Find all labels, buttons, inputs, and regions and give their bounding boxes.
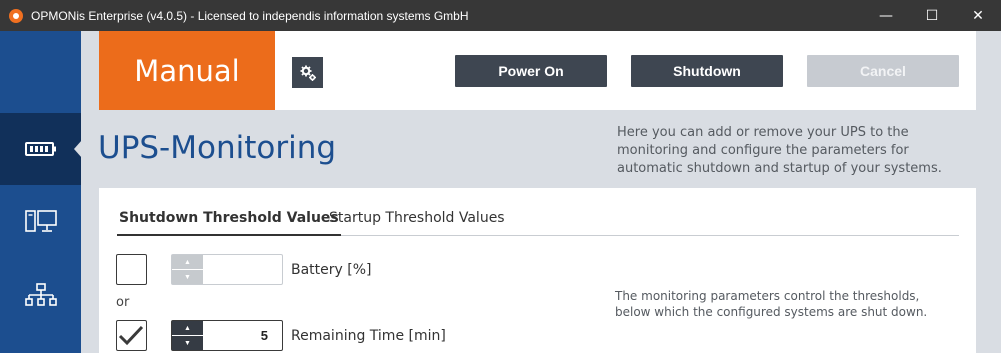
remaining-time-label: Remaining Time [min] — [291, 328, 446, 344]
battery-label: Battery [%] — [291, 262, 372, 278]
page-description: Here you can add or remove your UPS to t… — [617, 125, 942, 176]
power-on-button[interactable]: Power On — [455, 55, 607, 87]
sidebar — [0, 31, 82, 353]
cancel-button[interactable]: Cancel — [807, 55, 959, 87]
remaining-time-stepper[interactable]: ▲ ▼ 5 — [171, 320, 283, 351]
battery-checkbox[interactable] — [116, 254, 147, 285]
minimize-button[interactable]: — — [863, 0, 909, 31]
window-controls: — ☐ ✕ — [863, 0, 1001, 31]
threshold-panel: Shutdown Threshold Values Startup Thresh… — [99, 188, 976, 353]
shutdown-button[interactable]: Shutdown — [631, 55, 783, 87]
checkmark-icon — [118, 325, 144, 346]
remaining-time-increment-button[interactable]: ▲ — [172, 321, 203, 336]
battery-decrement-button[interactable]: ▼ — [172, 270, 203, 284]
sidebar-item-network[interactable] — [0, 259, 81, 331]
mode-indicator: Manual — [99, 31, 275, 110]
gears-icon — [300, 65, 316, 81]
or-label: or — [116, 295, 130, 310]
tab-shutdown-thresholds[interactable]: Shutdown Threshold Values — [117, 210, 341, 236]
app-logo-icon — [9, 8, 23, 23]
close-button[interactable]: ✕ — [955, 0, 1001, 31]
battery-stepper[interactable]: ▲ ▼ — [171, 254, 283, 285]
active-indicator — [74, 140, 82, 158]
maximize-button[interactable]: ☐ — [909, 0, 955, 31]
threshold-hint: The monitoring parameters control the th… — [615, 289, 928, 319]
battery-increment-button[interactable]: ▲ — [172, 255, 203, 270]
control-panel: Manual Power On Shutdown Cancel — [99, 31, 976, 110]
window-title: OPMONis Enterprise (v4.0.5) - Licensed t… — [31, 8, 469, 23]
devices-icon — [24, 210, 57, 232]
page-title: UPS-Monitoring — [98, 130, 337, 166]
tab-bar: Shutdown Threshold Values Startup Thresh… — [117, 210, 959, 236]
remaining-time-value[interactable]: 5 — [261, 328, 268, 343]
network-icon — [24, 283, 57, 306]
sidebar-item-ups-monitoring[interactable] — [0, 113, 82, 185]
title-bar: OPMONis Enterprise (v4.0.5) - Licensed t… — [0, 0, 1001, 31]
settings-button[interactable] — [292, 57, 323, 88]
sidebar-item-systems[interactable] — [0, 186, 81, 258]
tab-startup-thresholds[interactable]: Startup Threshold Values — [329, 210, 505, 236]
remaining-time-checkbox[interactable] — [116, 320, 147, 351]
remaining-time-stepper-buttons: ▲ ▼ — [172, 321, 203, 350]
battery-icon — [24, 142, 56, 156]
battery-stepper-buttons: ▲ ▼ — [172, 255, 203, 284]
remaining-time-decrement-button[interactable]: ▼ — [172, 336, 203, 350]
